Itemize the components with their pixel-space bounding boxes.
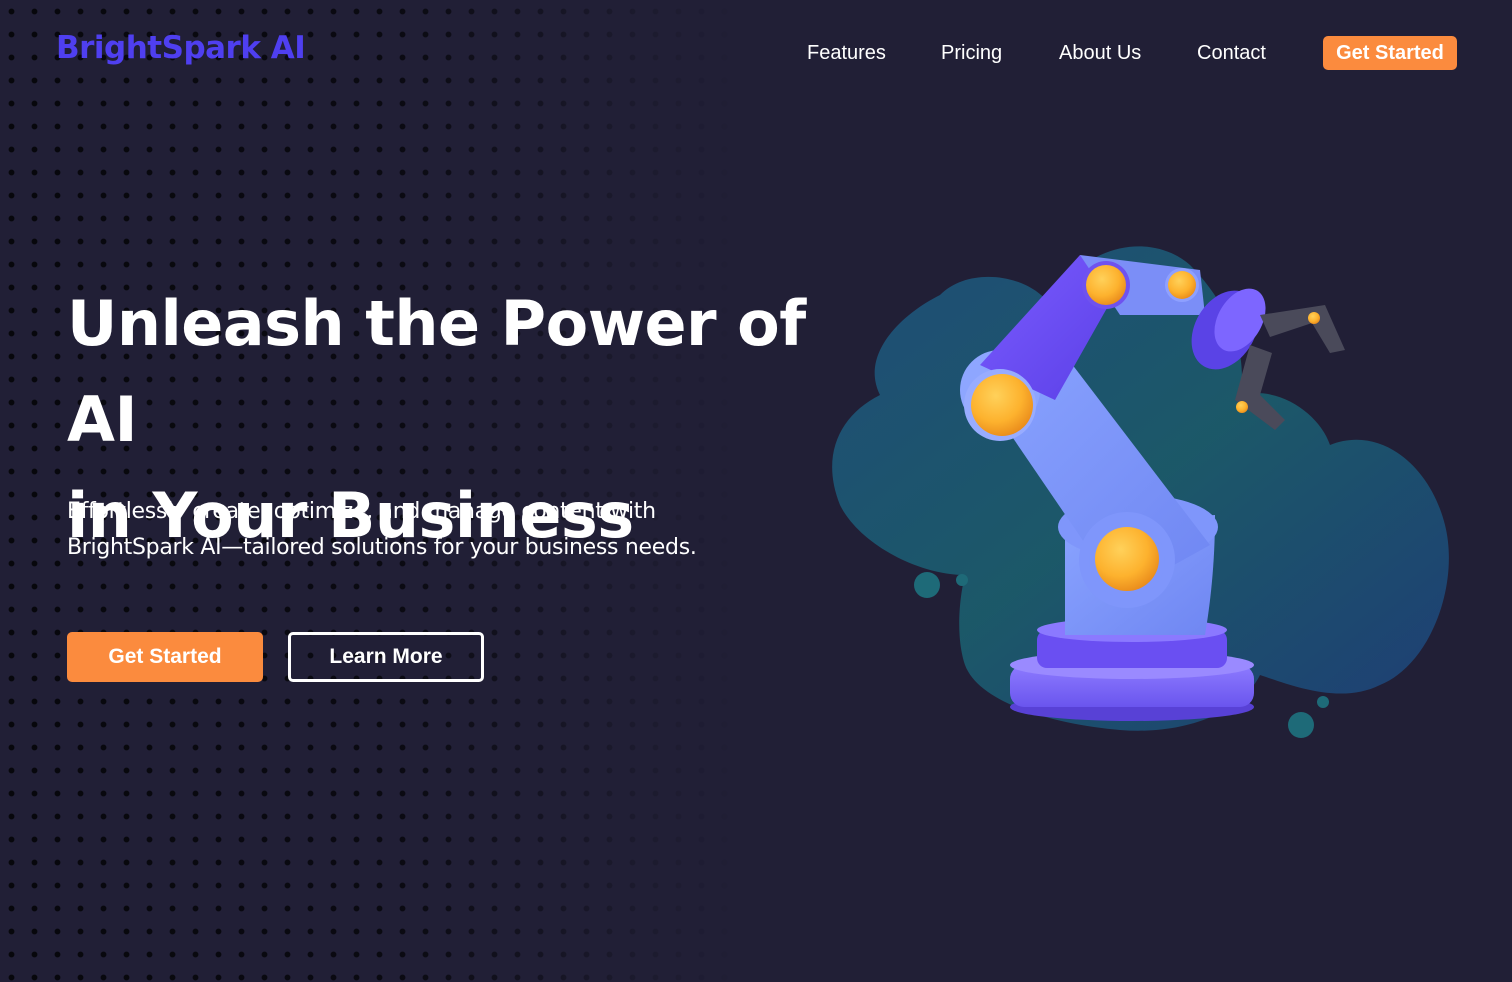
blob-dot: [1317, 696, 1329, 708]
nav-link-features[interactable]: Features: [807, 40, 886, 66]
nav-link-about-us[interactable]: About Us: [1059, 40, 1141, 66]
hero-learn-more-button[interactable]: Learn More: [288, 632, 484, 682]
hero-subtitle: Effortlessly create, optimize, and manag…: [67, 494, 787, 566]
nav-get-started-button[interactable]: Get Started: [1323, 36, 1457, 70]
hero-subtitle-line-1: Effortlessly create, optimize, and manag…: [67, 499, 656, 524]
robot-joint: [1095, 527, 1159, 591]
robot-joint: [1086, 265, 1126, 305]
nav-link-pricing[interactable]: Pricing: [941, 40, 1002, 66]
robot-joint: [971, 374, 1033, 436]
hero-get-started-button[interactable]: Get Started: [67, 632, 263, 682]
robotic-arm-illustration: [832, 246, 1449, 738]
hero-subtitle-line-2: BrightSpark AI—tailored solutions for yo…: [67, 535, 697, 560]
blob-dot: [956, 574, 968, 586]
landing-page: BrightSpark AI Features Pricing About Us…: [0, 0, 1512, 982]
top-navigation: Features Pricing About Us Contact: [0, 40, 1512, 70]
nav-link-contact[interactable]: Contact: [1197, 40, 1266, 66]
robot-joint: [1168, 271, 1196, 299]
hero-title-line-1: Unleash the Power of AI: [67, 287, 806, 456]
blob-dot: [914, 572, 940, 598]
blob-dot: [1288, 712, 1314, 738]
